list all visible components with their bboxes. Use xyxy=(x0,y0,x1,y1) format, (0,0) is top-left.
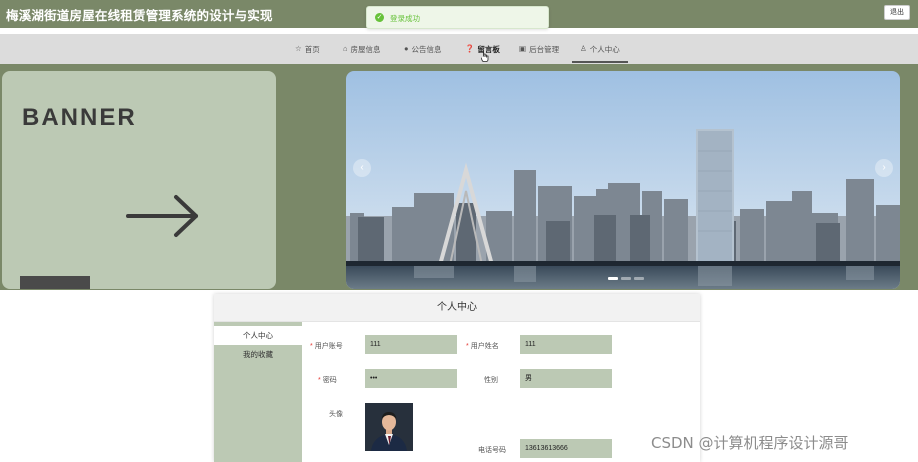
banner-decor-block xyxy=(20,276,90,289)
carousel-prev-button[interactable]: ‹ xyxy=(353,159,371,177)
account-label: * 用户账号 xyxy=(310,343,343,350)
info-icon: ● xyxy=(404,44,409,54)
question-icon: ❓ xyxy=(465,44,475,54)
image-carousel[interactable]: ‹ › xyxy=(346,71,900,289)
toast-message: 登录成功 xyxy=(390,14,420,23)
avatar[interactable] xyxy=(365,403,413,451)
nav-item-label: 个人中心 xyxy=(589,44,620,54)
login-success-toast: ✓ 登录成功 xyxy=(366,6,549,29)
phone-field[interactable] xyxy=(520,439,612,458)
nav-item-personal-center[interactable]: ♙ 个人中心 xyxy=(580,34,620,64)
page: 梅溪湖街道房屋在线租赁管理系统的设计与实现 退出 ✓ 登录成功 ☆ 首页 ⌂ 房… xyxy=(0,0,918,462)
check-circle-icon: ✓ xyxy=(375,13,384,22)
banner-word: BANNER xyxy=(22,104,137,131)
nav-item-label: 房屋信息 xyxy=(350,44,381,54)
name-label: * 用户姓名 xyxy=(466,343,499,350)
nav-item-admin[interactable]: ▣ 后台管理 xyxy=(519,34,559,64)
main-nav: ☆ 首页 ⌂ 房屋信息 ● 公告信息 ❓ 留言板 ▣ 后台管理 ♙ 个人中心 xyxy=(0,34,918,64)
hand-cursor-icon xyxy=(481,51,489,62)
user-icon: ♙ xyxy=(580,44,587,54)
nav-item-label: 首页 xyxy=(304,44,320,54)
avatar-label: 头像 xyxy=(329,411,343,418)
arrow-right-icon xyxy=(126,195,198,237)
nav-item-home[interactable]: ☆ 首页 xyxy=(295,34,320,64)
calendar-icon: ▣ xyxy=(519,44,527,54)
account-field[interactable] xyxy=(365,335,457,354)
carousel-dot[interactable] xyxy=(621,277,631,280)
password-field[interactable] xyxy=(365,369,457,388)
banner-card: BANNER xyxy=(2,71,276,289)
nav-item-notices[interactable]: ● 公告信息 xyxy=(404,34,442,64)
profile-side-menu: 个人中心 我的收藏 xyxy=(214,322,302,462)
city-skyline-image xyxy=(346,71,900,289)
phone-label: 电话号码 xyxy=(478,447,506,454)
house-icon: ⌂ xyxy=(343,44,348,54)
carousel-dot[interactable] xyxy=(634,277,644,280)
panel-title: 个人中心 xyxy=(214,294,700,322)
name-field[interactable] xyxy=(520,335,612,354)
gender-label: 性别 xyxy=(484,377,498,384)
carousel-indicators xyxy=(608,277,644,280)
side-menu-personal-center[interactable]: 个人中心 xyxy=(214,326,302,345)
csdn-watermark: CSDN @计算机程序设计源哥 xyxy=(651,434,849,452)
site-title: 梅溪湖街道房屋在线租赁管理系统的设计与实现 xyxy=(6,9,273,23)
profile-panel: 个人中心 个人中心 我的收藏 xyxy=(214,294,700,462)
user-photo-image xyxy=(365,403,413,451)
nav-item-label: 公告信息 xyxy=(411,44,442,54)
carousel-dot[interactable] xyxy=(608,277,618,280)
star-icon: ☆ xyxy=(295,44,302,54)
carousel-next-button[interactable]: › xyxy=(875,159,893,177)
side-menu-favorites[interactable]: 我的收藏 xyxy=(214,345,302,364)
password-label: * 密码 xyxy=(318,377,337,384)
nav-item-label: 后台管理 xyxy=(529,44,560,54)
nav-active-indicator xyxy=(572,61,628,63)
nav-item-house-info[interactable]: ⌂ 房屋信息 xyxy=(343,34,381,64)
logout-button[interactable]: 退出 xyxy=(884,5,910,20)
gender-field[interactable] xyxy=(520,369,612,388)
